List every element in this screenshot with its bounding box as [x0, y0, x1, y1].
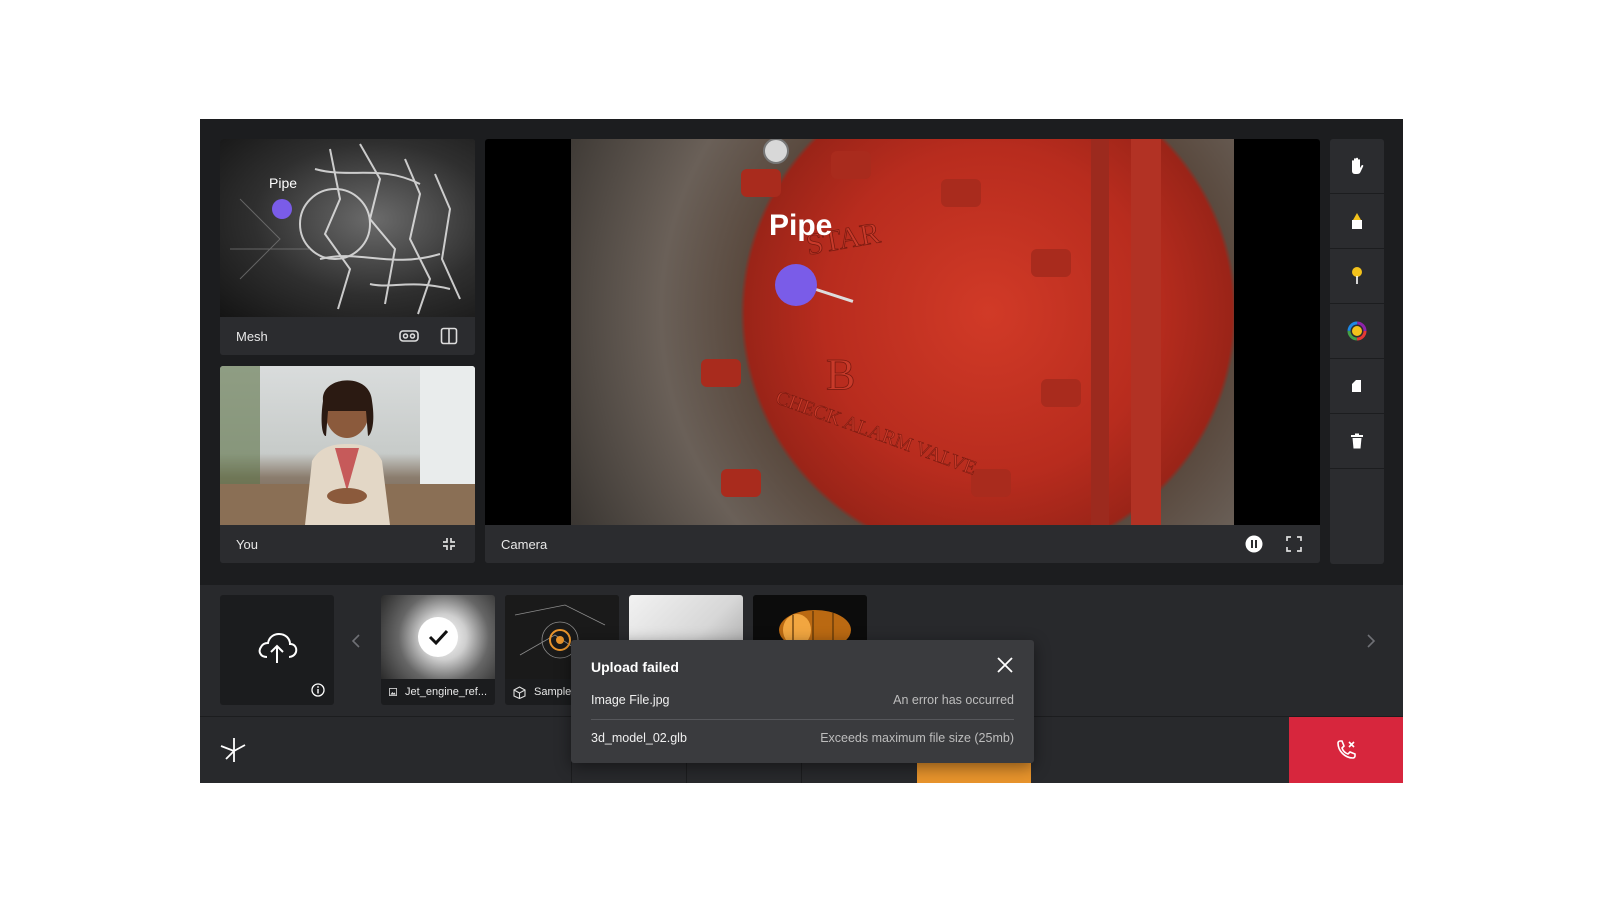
camera-pin-label: Pipe: [769, 209, 833, 242]
self-video-panel: You: [220, 366, 475, 563]
check-icon: [418, 617, 458, 657]
valve-marking-b: B: [826, 350, 855, 399]
self-video-label: You: [236, 536, 258, 552]
failed-file-error: Exceeds maximum file size (25mb): [820, 731, 1014, 745]
fullscreen-icon[interactable]: [1284, 534, 1304, 554]
hand-icon: [1352, 157, 1364, 174]
annotation-toolbar: [1330, 139, 1384, 564]
mesh-pin[interactable]: [272, 199, 292, 219]
info-icon[interactable]: [311, 683, 325, 697]
cloud-upload-icon: [258, 632, 298, 663]
marker-tool[interactable]: [1330, 194, 1384, 249]
tray-item-name: Jet_engine_ref...: [405, 686, 487, 698]
tray-next-button[interactable]: [1363, 633, 1379, 649]
failed-file-name: 3d_model_02.glb: [591, 731, 687, 745]
tray-item-caption: Jet_engine_ref...: [381, 679, 495, 705]
image-file-icon: [389, 688, 397, 696]
delete-tool[interactable]: [1330, 414, 1384, 469]
cone-marker-icon: [1352, 213, 1362, 229]
close-button[interactable]: [994, 654, 1016, 676]
valve-graphic: STAR B CHECK ALARM VALVE: [701, 139, 1161, 525]
eraser-tool[interactable]: [1330, 359, 1384, 414]
mesh-label: Mesh: [236, 328, 268, 344]
camera-panel: STAR B CHECK ALARM VALVE Pipe Camera: [485, 139, 1320, 563]
eraser-icon: [1352, 380, 1361, 392]
camera-label: Camera: [501, 536, 548, 552]
mesh-bar: Mesh: [220, 317, 475, 355]
valve-marking-check: CHECK ALARM VALVE: [773, 387, 980, 480]
color-tool[interactable]: [1330, 304, 1384, 359]
upload-failed-toast: Upload failed Image File.jpg An error ha…: [571, 640, 1034, 763]
trash-icon: [1351, 433, 1363, 449]
tray-prev-button[interactable]: [348, 633, 364, 649]
toast-row: Image File.jpg An error has occurred: [591, 682, 1014, 718]
toast-row: 3d_model_02.glb Exceeds maximum file siz…: [591, 720, 1014, 756]
split-view-icon[interactable]: [439, 326, 459, 346]
logo-icon: [220, 738, 246, 762]
camera-pin[interactable]: [775, 264, 817, 306]
hand-tool[interactable]: [1330, 139, 1384, 194]
pin-tool[interactable]: [1330, 249, 1384, 304]
color-ring-icon: [1347, 321, 1367, 341]
failed-file-name: Image File.jpg: [591, 693, 670, 707]
self-video-bar: You: [220, 525, 475, 563]
mesh-view[interactable]: Pipe: [220, 139, 475, 317]
mesh-panel: Pipe Mesh: [220, 139, 475, 355]
participant-figure: [220, 366, 475, 525]
mesh-scan-graphic: [230, 143, 461, 315]
tray-item-1[interactable]: Jet_engine_ref...: [381, 595, 495, 705]
end-call-button[interactable]: [1289, 717, 1403, 783]
camera-feed: STAR B CHECK ALARM VALVE Pipe: [571, 139, 1234, 525]
cube-3d-icon: [513, 685, 526, 699]
tray-item-name: Sample: [534, 686, 572, 698]
end-call-icon: [1337, 740, 1356, 759]
pause-icon[interactable]: [1244, 534, 1264, 554]
close-icon: [997, 657, 1013, 673]
minimize-icon[interactable]: [439, 534, 459, 554]
upload-button[interactable]: [220, 595, 334, 705]
camera-view[interactable]: STAR B CHECK ALARM VALVE Pipe: [485, 139, 1320, 525]
chevron-right-icon: [1367, 634, 1375, 648]
mesh-pin-label: Pipe: [269, 175, 298, 191]
vr-goggles-icon[interactable]: [399, 326, 419, 346]
failed-file-error: An error has occurred: [893, 693, 1014, 707]
chevron-left-icon: [352, 634, 360, 648]
self-video: [220, 366, 475, 525]
camera-bar: Camera: [485, 525, 1320, 563]
tray-item-thumbnail: [381, 595, 495, 679]
pin-icon: [1352, 267, 1362, 284]
toast-title: Upload failed: [591, 659, 679, 675]
logo: [220, 737, 246, 763]
